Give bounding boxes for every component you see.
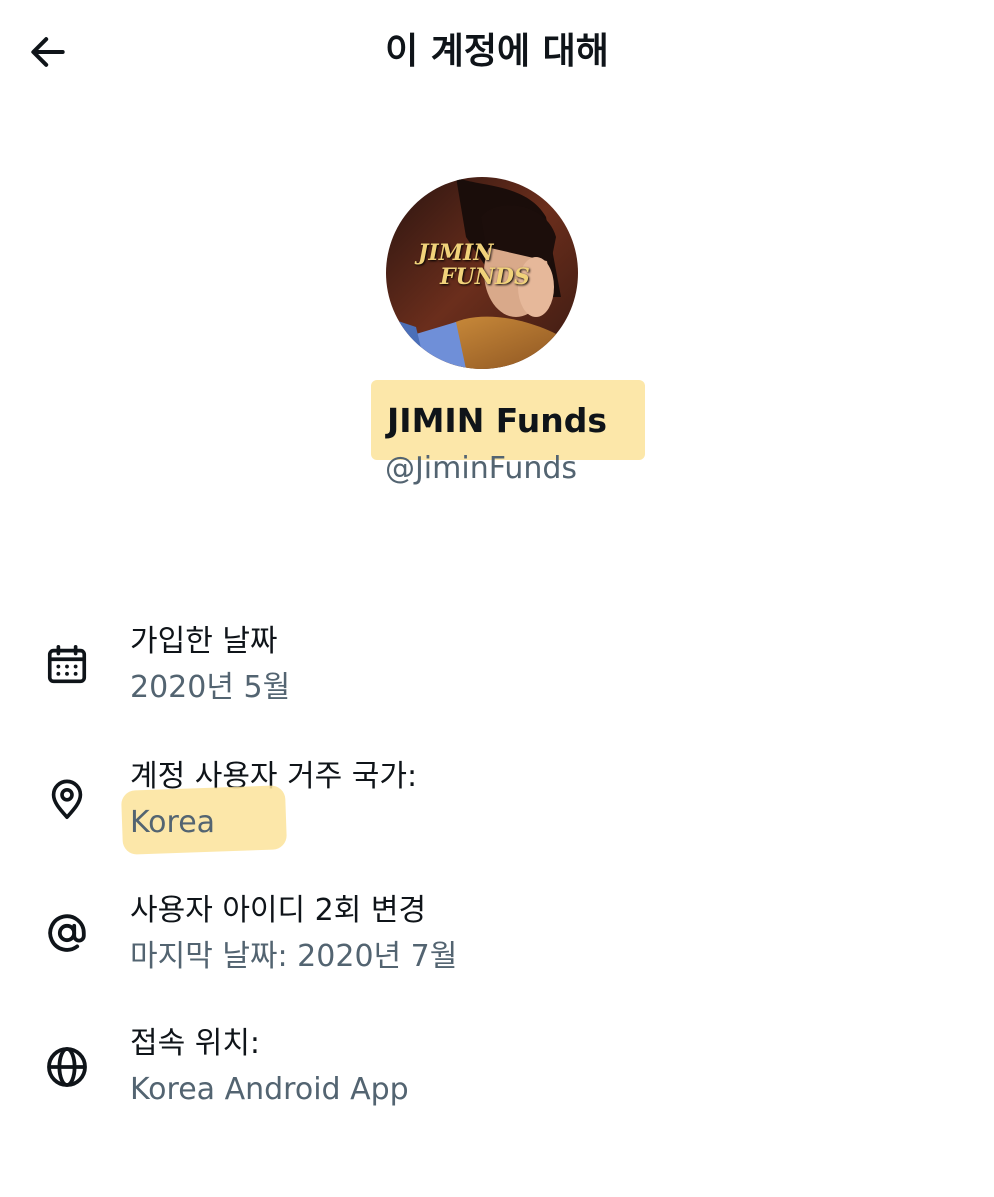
joined-value: 2020년 5월 [130,670,291,705]
display-name: JIMIN Funds [371,380,645,460]
user-handle: @JiminFunds [384,451,578,486]
page-title: 이 계정에 대해 [385,31,609,72]
connected-via-value: Korea Android App [130,1072,409,1107]
avatar-logo-line1: JIMIN [418,240,494,266]
location-pin-icon [40,772,94,826]
avatar-logo-text: JIMIN FUNDS [418,241,538,289]
connected-via-label: 접속 위치: [130,1026,261,1061]
at-sign-icon [40,906,94,960]
avatar-logo-line2: FUNDS [440,264,530,290]
joined-label: 가입한 날짜 [130,624,278,659]
globe-icon [40,1040,94,1094]
avatar[interactable]: JIMIN FUNDS [386,177,578,369]
calendar-icon [40,638,94,692]
country-value: Korea [130,805,216,840]
username-change-value: 마지막 날짜: 2020년 7월 [130,939,458,974]
username-change-label: 사용자 아이디 2회 변경 [130,893,427,928]
display-name-container: JIMIN Funds [0,380,994,460]
